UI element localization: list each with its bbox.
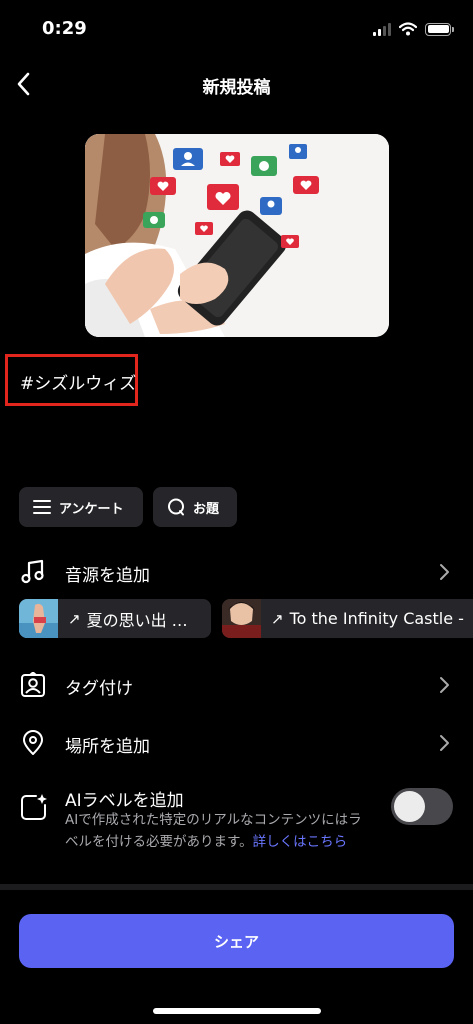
poll-label: アンケート (59, 501, 124, 517)
share-button[interactable]: シェア (19, 914, 454, 968)
poll-button[interactable]: アンケート (19, 487, 143, 527)
add-music-label: 音源を追加 (65, 566, 150, 586)
status-time: 0:29 (42, 18, 87, 39)
music-suggestion-chip[interactable]: ↗ 夏の思い出 … (19, 599, 211, 638)
learn-more-link[interactable]: 詳しくはこちら (253, 834, 348, 850)
status-bar: 0:29 (0, 0, 473, 56)
home-indicator (153, 1008, 321, 1014)
ai-label-title: AIラベルを追加 (65, 791, 184, 811)
music-thumbnail (19, 599, 58, 638)
ai-sparkle-icon (21, 794, 47, 820)
trending-arrow-icon: ↗ (68, 609, 81, 628)
add-location-row[interactable]: 場所を追加 (0, 722, 473, 762)
battery-icon (425, 22, 454, 36)
toggle-knob (394, 791, 425, 822)
post-preview-image[interactable] (85, 134, 389, 337)
music-note-icon (21, 559, 44, 584)
ai-label-toggle[interactable] (391, 788, 453, 825)
topic-button[interactable]: お題 (153, 487, 237, 527)
trending-arrow-icon: ↗ (271, 609, 284, 628)
music-title: To the Infinity Castle - (289, 609, 464, 628)
topic-label: お題 (193, 501, 220, 517)
add-location-label: 場所を追加 (65, 737, 150, 757)
section-divider (0, 884, 473, 890)
list-icon (33, 500, 51, 514)
tag-person-icon (21, 672, 45, 697)
tag-people-row[interactable]: タグ付け (0, 664, 473, 704)
ai-label-description: AIで作成された特定のリアルなコンテンツにはラベルを付ける必要があります。詳しく… (65, 809, 375, 853)
cellular-signal-icon (373, 22, 391, 36)
chevron-right-icon (440, 735, 449, 751)
tag-label: タグ付け (65, 679, 133, 699)
nav-bar: 新規投稿 (0, 62, 473, 106)
wifi-icon (399, 22, 417, 36)
music-suggestion-chip[interactable]: ↗ To the Infinity Castle - (222, 599, 473, 638)
ai-label-row: AIラベルを追加 AIで作成された特定のリアルなコンテンツにはラベルを付ける必要… (0, 785, 473, 875)
page-title: 新規投稿 (202, 78, 271, 98)
status-icons (373, 22, 454, 36)
location-pin-icon (23, 730, 43, 755)
music-title: 夏の思い出 … (86, 610, 188, 630)
chevron-right-icon (440, 677, 449, 693)
caption-text[interactable]: #シズルウィズ (20, 369, 136, 394)
topic-bubble-icon (168, 498, 184, 516)
music-thumbnail (222, 599, 261, 638)
add-music-row[interactable]: 音源を追加 (0, 551, 473, 591)
chevron-right-icon (440, 564, 449, 580)
